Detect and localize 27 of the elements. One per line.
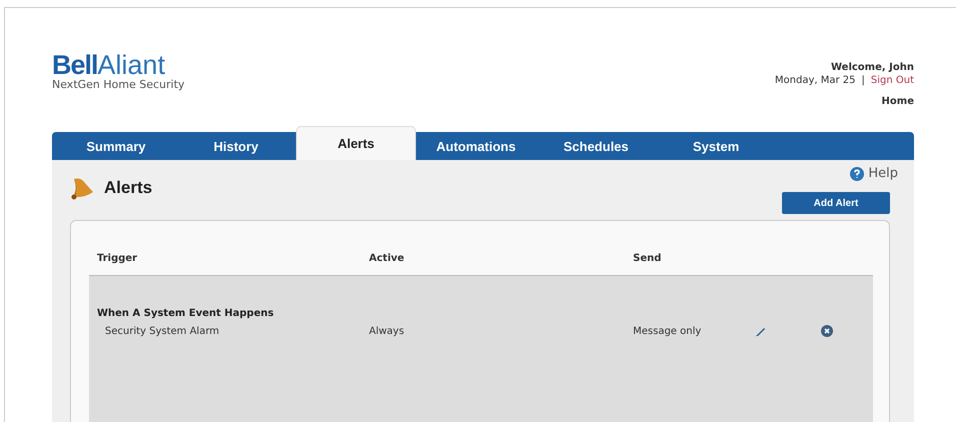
sign-out-link[interactable]: Sign Out [870, 75, 914, 86]
nav-tab[interactable]: System [656, 132, 776, 160]
table-cell-text: Always [368, 326, 406, 336]
nav-tab[interactable]: Schedules [536, 132, 656, 160]
tagline: NextGen Home Security [52, 78, 185, 91]
table-cell-text: Message only [632, 326, 702, 336]
edit-icon[interactable] [755, 325, 767, 337]
column-header: Send [632, 252, 662, 264]
delete-icon[interactable] [821, 325, 833, 337]
brand-name: Bell [52, 52, 98, 78]
brand-name-suffix: Aliant [98, 52, 166, 78]
help-icon [850, 166, 864, 180]
welcome-text: Welcome, John [831, 62, 914, 73]
column-header: Active [368, 252, 406, 264]
nav-tab[interactable]: History [176, 132, 296, 160]
separator: | [862, 75, 865, 86]
nav-tab[interactable]: Alerts [296, 126, 416, 160]
nav-tab[interactable]: Automations [416, 132, 536, 160]
nav-tab[interactable]: Summary [56, 132, 176, 160]
home-link[interactable]: Home [882, 96, 914, 107]
help-link[interactable]: Help [850, 166, 898, 181]
column-header: Trigger [96, 252, 138, 264]
table-cell-text: Security System Alarm [104, 326, 220, 336]
add-alert-button[interactable]: Add Alert [782, 192, 890, 214]
page-title: Alerts [104, 178, 152, 198]
date-text: Monday, Mar 25 [774, 75, 856, 86]
group-title: When A System Event Happens [96, 308, 275, 319]
